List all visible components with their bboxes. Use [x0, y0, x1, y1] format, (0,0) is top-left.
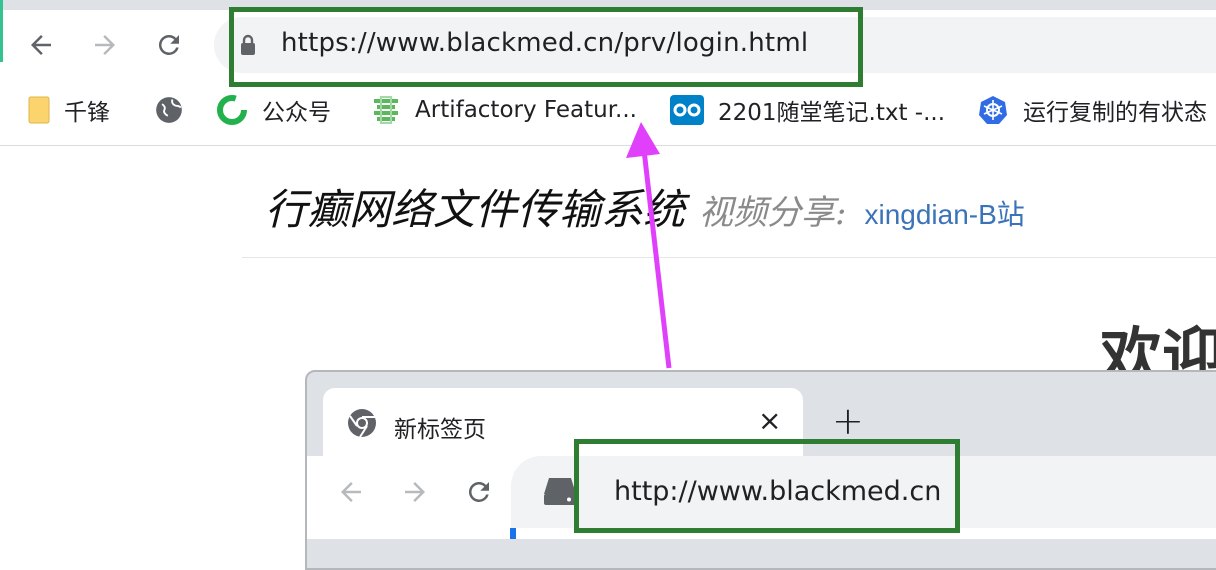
- inset-url-highlight-box: [574, 439, 960, 533]
- toolbar-divider: [0, 145, 1216, 146]
- reload-button[interactable]: [149, 25, 189, 65]
- inset-tab-title: 新标签页: [394, 417, 486, 443]
- arrow-left-icon: [31, 35, 51, 55]
- cloud-notes-icon: [670, 95, 704, 125]
- green-logo-icon: [217, 95, 247, 125]
- bookmark-globe[interactable]: [155, 86, 183, 134]
- site-title: 行癫网络文件传输系统: [265, 185, 686, 234]
- bookmarks-bar: 千锋 公众号 Artifactory Featur... 2201随堂笔记.tx…: [0, 86, 1216, 134]
- focus-indicator: [510, 528, 516, 539]
- globe-icon: [156, 97, 182, 123]
- bookmark-label: Artifactory Featur...: [415, 97, 637, 123]
- site-header: 行癫网络文件传输系统 视频分享: xingdian-B站: [265, 176, 1025, 237]
- page-divider: [242, 257, 1216, 258]
- bookmark-qianfeng[interactable]: 千锋: [28, 86, 110, 134]
- site-subtitle: 视频分享:: [699, 193, 847, 233]
- bookmark-artifactory[interactable]: Artifactory Featur...: [371, 86, 637, 134]
- window-accent: [0, 0, 3, 62]
- bilibili-link[interactable]: xingdian-B站: [864, 199, 1024, 230]
- tab-close-button[interactable]: ×: [758, 406, 781, 436]
- forward-button[interactable]: [85, 25, 125, 65]
- bookmark-label: 2201随堂笔记.txt -...: [718, 100, 946, 126]
- bookmark-label: 千锋: [64, 100, 110, 126]
- chrome-icon: [347, 408, 377, 442]
- bookmark-label: 运行复制的有状态: [1023, 100, 1207, 126]
- reload-icon: [468, 481, 489, 502]
- reload-icon: [158, 34, 179, 55]
- new-tab-button[interactable]: +: [832, 401, 864, 441]
- bookmark-notes[interactable]: 2201随堂笔记.txt -...: [670, 86, 945, 134]
- inset-back-button[interactable]: [331, 472, 371, 512]
- bookmark-label: 公众号: [262, 100, 331, 126]
- drive-icon: [543, 476, 577, 510]
- folder-icon: [28, 96, 50, 124]
- bookmark-kubernetes[interactable]: 运行复制的有状态: [977, 86, 1207, 134]
- bookmark-gongzhonghao[interactable]: 公众号: [216, 86, 331, 134]
- inset-forward-button[interactable]: [395, 472, 435, 512]
- url-highlight-box: [229, 7, 863, 87]
- back-button[interactable]: [21, 25, 61, 65]
- inset-reload-button[interactable]: [459, 472, 499, 512]
- arrow-right-icon: [405, 482, 425, 502]
- artifactory-icon: [374, 96, 398, 124]
- arrow-right-icon: [95, 35, 115, 55]
- arrow-left-icon: [341, 482, 361, 502]
- kubernetes-icon: [979, 96, 1007, 124]
